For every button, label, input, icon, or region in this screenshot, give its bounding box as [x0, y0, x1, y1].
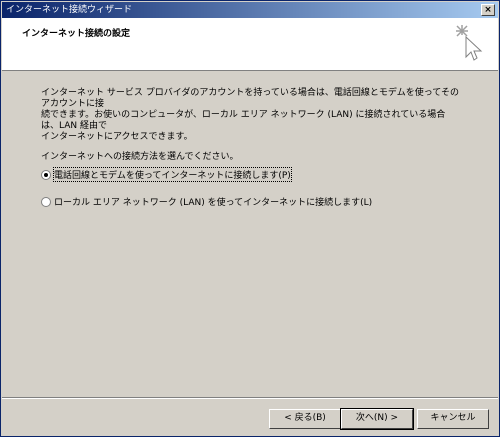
radio-label-lan[interactable]: ローカル エリア ネットワーク (LAN) を使ってインターネットに接続します(… — [54, 195, 372, 208]
description-text: インターネット サービス プロバイダのアカウントを持っている場合は、電話回線とモ… — [41, 88, 460, 142]
wizard-sparkle-cursor-icon — [456, 25, 483, 61]
window-title: インターネット接続ウィザード — [6, 5, 133, 15]
page-title: インターネット接続の設定 — [22, 29, 131, 39]
close-button[interactable]: × — [481, 4, 495, 16]
wizard-window: インターネット接続ウィザード × インターネット接続の設定 インターネット サー… — [0, 0, 500, 437]
radio-button-selected[interactable] — [41, 169, 51, 180]
wizard-header: インターネット接続の設定 — [2, 18, 498, 71]
title-bar[interactable]: インターネット接続ウィザード × — [2, 2, 498, 18]
radio-option-lan[interactable]: ローカル エリア ネットワーク (LAN) を使ってインターネットに接続します(… — [41, 195, 372, 208]
radio-option-modem[interactable]: 電話回線とモデムを使ってインターネットに接続します(P) — [41, 167, 292, 182]
cancel-button[interactable]: キャンセル — [417, 409, 489, 429]
button-separator — [2, 397, 498, 399]
radio-button[interactable] — [41, 196, 51, 207]
prompt-text: インターネットへの接続方法を選んでください。 — [41, 152, 239, 162]
next-button[interactable]: 次へ(N) > — [340, 408, 414, 430]
back-button[interactable]: < 戻る(B) — [269, 409, 341, 429]
radio-label-modem[interactable]: 電話回線とモデムを使ってインターネットに接続します(P) — [53, 167, 292, 182]
